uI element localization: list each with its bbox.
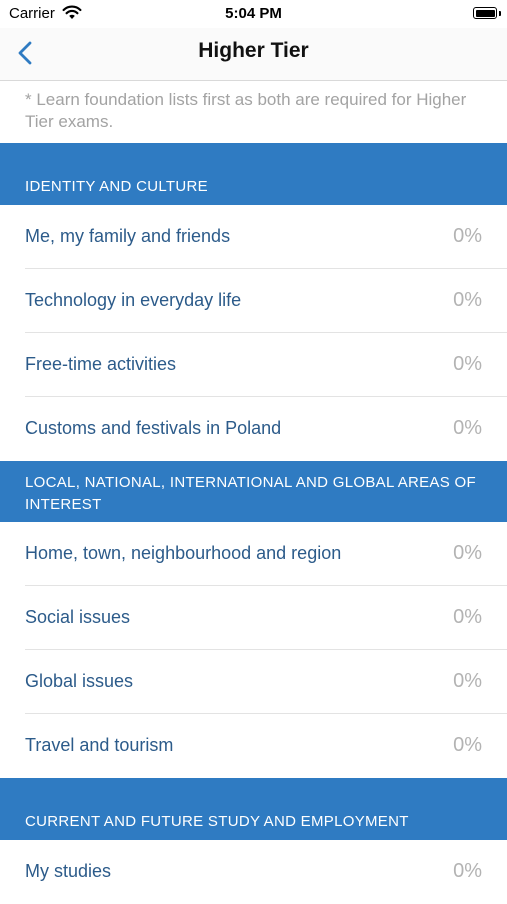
- progress-percent: 0%: [453, 670, 482, 692]
- progress-percent: 0%: [453, 606, 482, 628]
- section-header: IDENTITY AND CULTURE: [0, 143, 507, 205]
- list-item[interactable]: Me, my family and friends 0%: [25, 205, 507, 269]
- section-header: LOCAL, NATIONAL, INTERNATIONAL AND GLOBA…: [0, 461, 507, 522]
- topic-label: My studies: [25, 861, 112, 881]
- section-header: CURRENT AND FUTURE STUDY AND EMPLOYMENT: [0, 778, 507, 840]
- list-item[interactable]: Free-time activities 0%: [25, 333, 507, 397]
- topic-label: Social issues: [25, 607, 131, 627]
- progress-percent: 0%: [453, 225, 482, 247]
- progress-percent: 0%: [453, 289, 482, 311]
- list-item[interactable]: My studies 0%: [25, 840, 507, 904]
- list-item[interactable]: Home, town, neighbourhood and region 0%: [25, 522, 507, 586]
- topic-label: Home, town, neighbourhood and region: [25, 543, 342, 563]
- topic-label: Free-time activities: [25, 354, 177, 374]
- topic-label: Global issues: [25, 671, 134, 691]
- topic-label: Me, my family and friends: [25, 226, 231, 246]
- page-title: Higher Tier: [198, 39, 309, 62]
- topic-label: Customs and festivals in Poland: [25, 418, 282, 438]
- battery-cap: [499, 11, 501, 16]
- list-item[interactable]: Travel and tourism 0%: [25, 714, 507, 778]
- topic-label: Technology in everyday life: [25, 290, 242, 310]
- topic-label: Travel and tourism: [25, 735, 174, 755]
- progress-percent: 0%: [453, 542, 482, 564]
- list-item[interactable]: Technology in everyday life 0%: [25, 269, 507, 333]
- list-item[interactable]: Social issues 0%: [25, 586, 507, 650]
- foundation-note: * Learn foundation lists first as both a…: [25, 90, 467, 131]
- status-time: 5:04 PM: [225, 5, 282, 22]
- navigation-bar: Higher Tier: [0, 28, 507, 81]
- progress-percent: 0%: [453, 417, 482, 439]
- topic-list: IDENTITY AND CULTURE Me, my family and f…: [0, 143, 507, 904]
- status-bar: Carrier 5:04 PM: [0, 0, 507, 28]
- list-item[interactable]: Global issues 0%: [25, 650, 507, 714]
- battery-icon: [473, 7, 497, 19]
- progress-percent: 0%: [453, 860, 482, 882]
- list-item[interactable]: Customs and festivals in Poland 0%: [25, 397, 507, 461]
- progress-percent: 0%: [453, 734, 482, 756]
- progress-percent: 0%: [453, 353, 482, 375]
